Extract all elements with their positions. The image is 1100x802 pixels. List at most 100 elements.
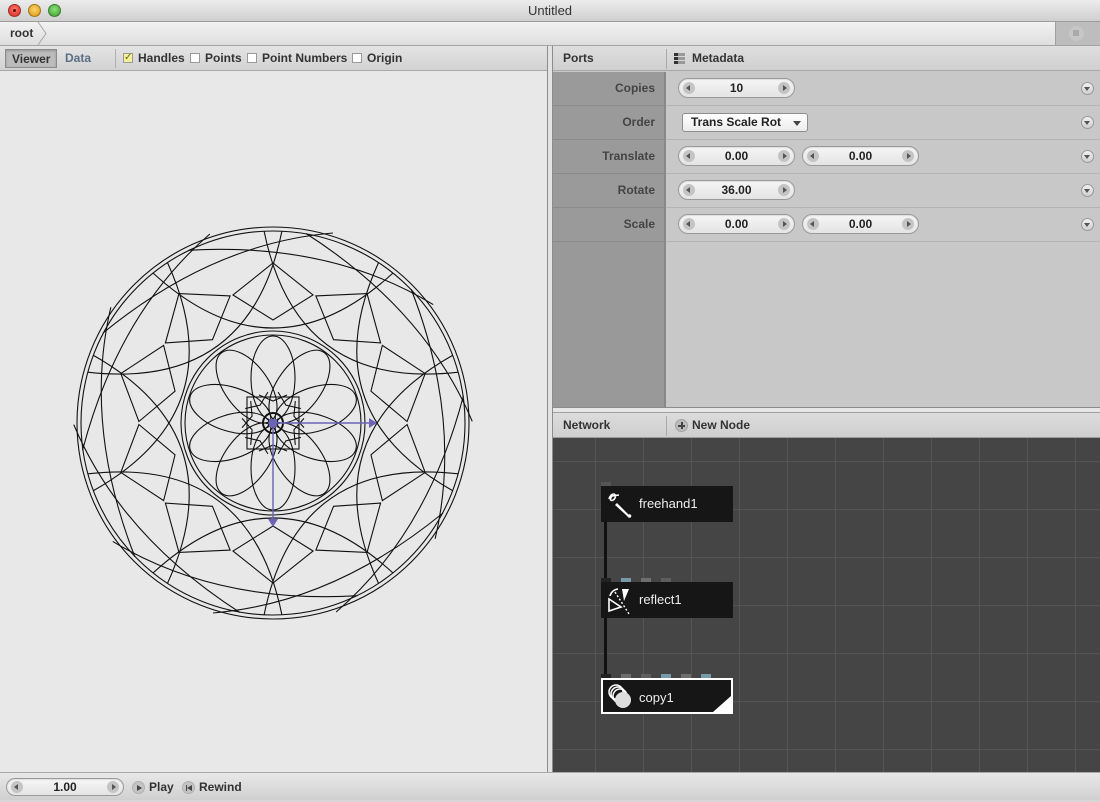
y-axis-arrow-icon [268,519,278,527]
decrement-arrow-icon[interactable] [807,218,819,230]
input-port[interactable] [621,674,631,678]
port-row-rotate: Rotate 36.00 [553,174,1100,208]
ports-tab[interactable]: Ports [563,46,594,71]
input-port[interactable] [681,674,691,678]
increment-arrow-icon[interactable] [778,184,790,196]
checkbox-icon [247,53,257,63]
port-row-order: Order Trans Scale Rot [553,106,1100,140]
port-menu-button[interactable] [1081,150,1094,163]
viewer-pane: Viewer Data Handles Points Point Numbers… [0,46,547,772]
dropdown-value: Trans Scale Rot [691,115,782,129]
stepper-value[interactable]: 0.00 [819,147,902,166]
toolbar-divider [115,49,116,68]
title-bar: Untitled [0,0,1100,22]
metadata-icon [674,53,685,65]
node-name: freehand1 [639,496,698,511]
node-freehand1[interactable]: freehand1 [601,482,733,522]
increment-arrow-icon[interactable] [107,781,119,793]
input-port[interactable] [701,674,711,678]
port-row-copies: Copies 10 [553,72,1100,106]
scale-stepper[interactable]: 0.00 [678,214,795,234]
input-port[interactable] [641,674,651,678]
connection-reflect-copy [604,617,607,677]
play-icon[interactable] [132,781,145,794]
port-label: Rotate [553,174,666,208]
increment-arrow-icon[interactable] [778,218,790,230]
decrement-arrow-icon[interactable] [683,218,695,230]
increment-arrow-icon[interactable] [778,150,790,162]
metadata-button[interactable]: Metadata [692,46,744,71]
decrement-arrow-icon[interactable] [11,781,23,793]
input-port[interactable] [601,482,611,486]
port-row-scale: Scale 0.00 0.00 [553,208,1100,242]
checkbox-checked-icon [123,51,133,64]
decrement-arrow-icon[interactable] [683,82,695,94]
stepper-value[interactable]: 36.00 [695,181,778,200]
scale-stepper[interactable]: 0.00 [802,214,919,234]
points-checkbox[interactable]: Points [190,52,242,66]
tab-data[interactable]: Data [59,49,97,68]
rotate-stepper[interactable]: 36.00 [678,180,795,200]
input-port[interactable] [601,578,611,582]
port-label: Order [553,106,666,140]
node-copy1[interactable]: copy1 [601,674,733,714]
increment-arrow-icon[interactable] [902,218,914,230]
rewind-button[interactable]: Rewind [199,773,242,802]
port-menu-button[interactable] [1081,218,1094,231]
port-label: Copies [553,72,666,106]
port-label: Scale [553,208,666,242]
pathbar-options-button[interactable] [1055,22,1100,45]
frame-stepper[interactable]: 1.00 [6,778,124,796]
handles-checkbox[interactable]: Handles [123,51,185,66]
increment-arrow-icon[interactable] [778,82,790,94]
port-menu-button[interactable] [1081,116,1094,129]
window-title: Untitled [527,3,573,18]
ports-panel: Ports Metadata Copies 10 Order Trans Scale … [553,46,1100,408]
tab-viewer[interactable]: Viewer [5,49,58,68]
port-menu-button[interactable] [1081,82,1094,95]
stepper-value[interactable]: 0.00 [695,215,778,234]
connection-freehand-reflect [604,521,607,581]
translate-stepper[interactable]: 0.00 [802,146,919,166]
viewer-toolbar: Viewer Data Handles Points Point Numbers… [0,46,547,71]
frame-value[interactable]: 1.00 [23,779,107,796]
network-panel: Network New Node freehand1 reflect1 copy… [553,413,1100,772]
decrement-arrow-icon[interactable] [807,150,819,162]
stepper-value[interactable]: 10 [695,79,778,98]
port-label: Translate [553,140,666,174]
decrement-arrow-icon[interactable] [683,150,695,162]
decrement-arrow-icon[interactable] [683,184,695,196]
port-menu-button[interactable] [1081,184,1094,197]
origin-checkbox[interactable]: Origin [352,52,402,66]
stepper-value[interactable]: 0.00 [695,147,778,166]
point-numbers-checkbox[interactable]: Point Numbers [247,52,347,66]
minimize-window-button[interactable] [28,4,41,17]
plus-icon[interactable] [675,419,688,432]
rewind-icon[interactable] [182,781,195,794]
breadcrumb-bar: root [0,22,1100,46]
breadcrumb-separator-icon [37,22,47,45]
zoom-window-button[interactable] [48,4,61,17]
checkbox-icon [352,53,362,63]
network-header: Network New Node [553,413,1100,438]
close-window-button[interactable] [8,4,21,17]
new-node-button[interactable]: New Node [692,413,750,438]
x-axis-arrow-icon [369,418,377,428]
order-dropdown[interactable]: Trans Scale Rot [682,113,808,132]
network-label: Network [563,418,611,432]
port-row-translate: Translate 0.00 0.00 [553,140,1100,174]
center-handle [269,419,277,427]
input-port[interactable] [621,578,631,582]
copies-stepper[interactable]: 10 [678,78,795,98]
node-name: reflect1 [639,592,682,607]
increment-arrow-icon[interactable] [902,150,914,162]
play-button[interactable]: Play [149,773,174,802]
freehand-icon [608,493,632,518]
input-port[interactable] [661,674,671,678]
translate-stepper[interactable]: 0.00 [678,146,795,166]
stop-icon [1073,30,1079,36]
stepper-value[interactable]: 0.00 [819,215,902,234]
node-reflect1[interactable]: reflect1 [601,578,733,618]
viewer-canvas[interactable] [0,72,547,772]
input-port[interactable] [601,674,611,678]
